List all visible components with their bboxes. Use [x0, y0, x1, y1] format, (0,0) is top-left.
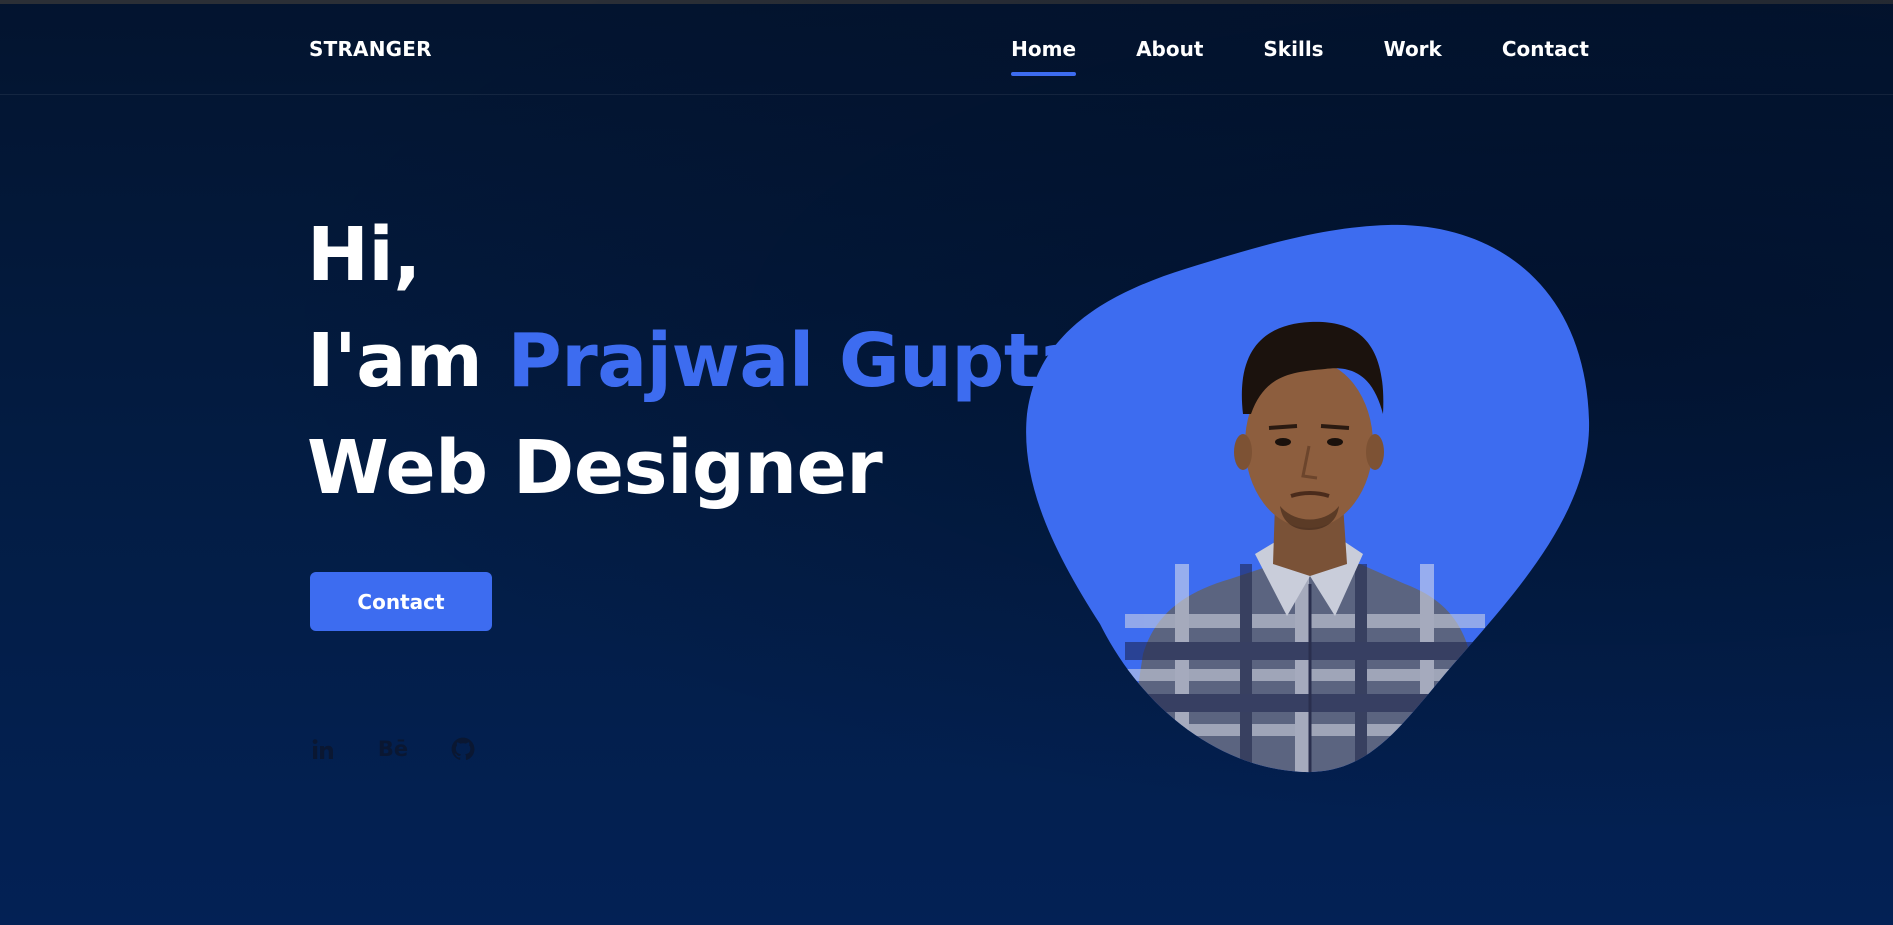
right-eye: [1327, 438, 1343, 446]
left-ear: [1234, 434, 1252, 470]
hero-greeting: Hi,: [307, 212, 421, 298]
site-logo[interactable]: STRANGER: [309, 37, 432, 61]
hero-name: Prajwal Gupta: [507, 318, 1089, 404]
nav-item-home[interactable]: Home: [1011, 37, 1076, 76]
social-links: Bē: [310, 736, 476, 762]
site-header: STRANGER Home About Skills Work Contact: [0, 4, 1893, 95]
nav-item-about[interactable]: About: [1136, 37, 1203, 61]
linkedin-glyph: [312, 739, 333, 759]
contact-button[interactable]: Contact: [310, 572, 492, 631]
nav-item-contact[interactable]: Contact: [1502, 37, 1589, 61]
main-nav: Home About Skills Work Contact: [1011, 37, 1589, 76]
left-eye: [1275, 438, 1291, 446]
github-glyph: [451, 737, 475, 760]
background-vignette: [0, 0, 1893, 925]
right-eyebrow: [1320, 424, 1350, 430]
linkedin-icon[interactable]: [310, 736, 336, 762]
profile-photo: [1026, 224, 1590, 773]
hero-intro: I'am Prajwal Gupta: [307, 324, 1089, 398]
left-eyebrow: [1268, 424, 1298, 430]
hero-intro-prefix: I'am: [307, 318, 483, 404]
shirt-plaid: [1125, 564, 1485, 773]
nav-item-skills[interactable]: Skills: [1263, 37, 1323, 61]
nav-item-work[interactable]: Work: [1384, 37, 1442, 61]
behance-icon[interactable]: Bē: [377, 736, 409, 762]
right-ear: [1366, 434, 1384, 470]
behance-label: Bē: [377, 737, 409, 761]
hero-role: Web Designer: [307, 425, 883, 511]
github-icon[interactable]: [450, 736, 476, 762]
